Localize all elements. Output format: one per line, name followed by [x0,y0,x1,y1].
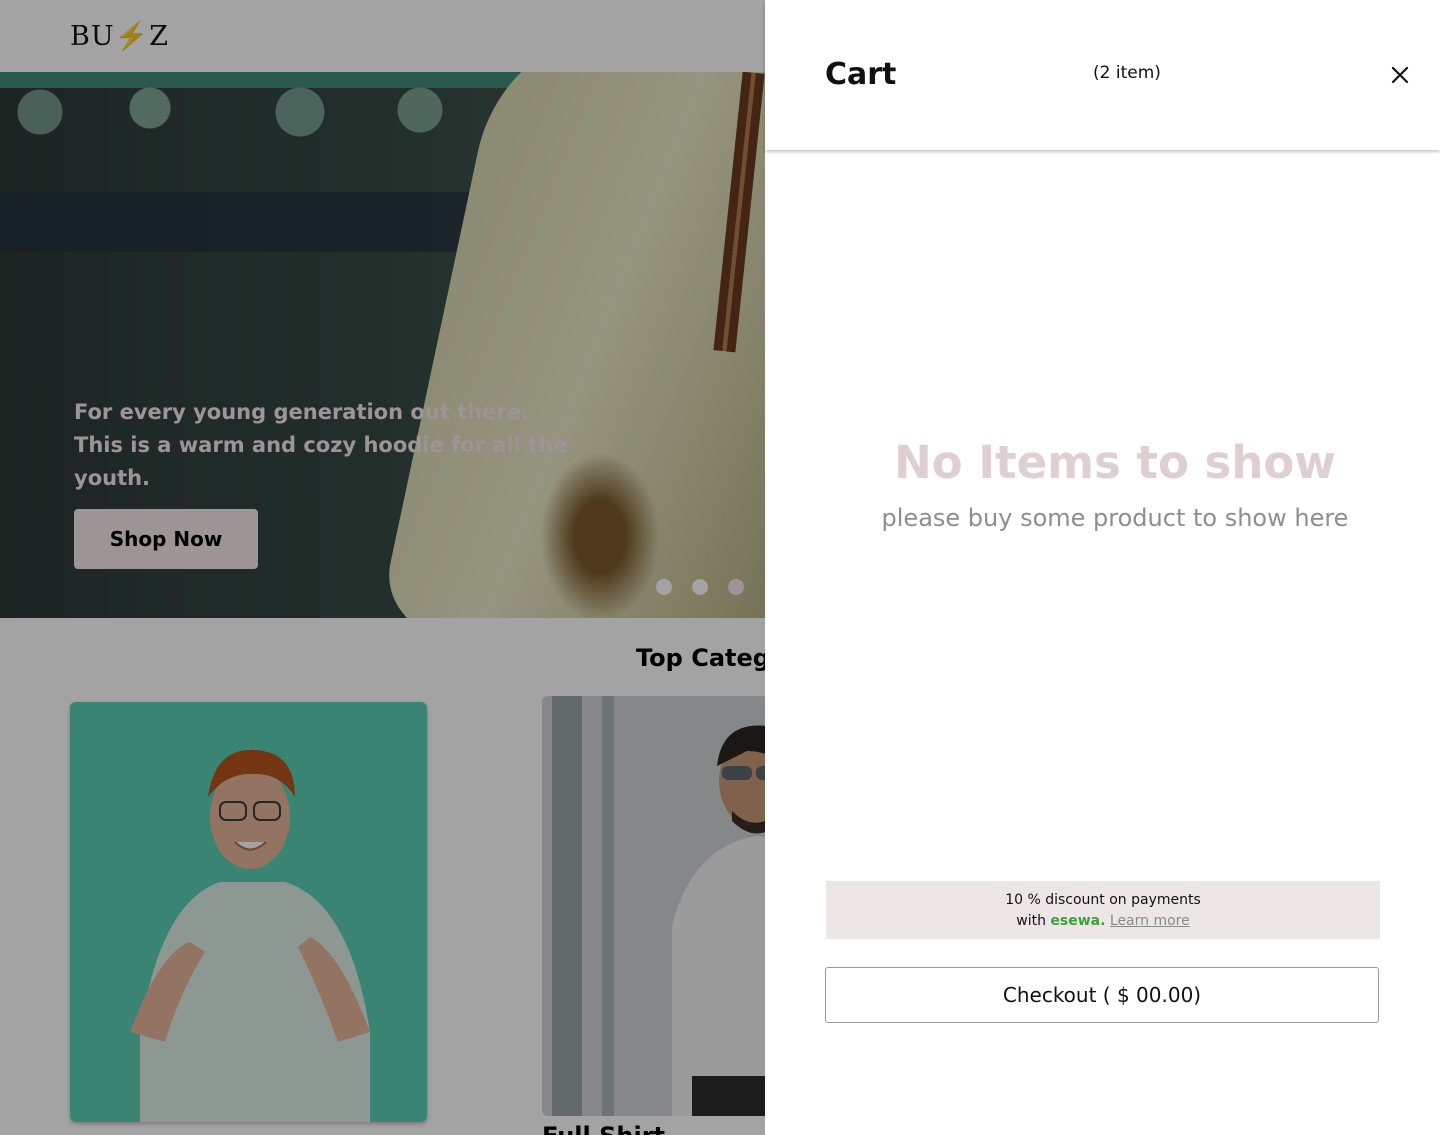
promo-line-1: 10 % discount on payments [1005,892,1201,908]
esewa-brand: esewa. [1050,913,1106,929]
empty-cart-title: No Items to show [894,436,1336,489]
checkout-button[interactable]: Checkout ( $ 00.00) [825,967,1379,1023]
learn-more-link[interactable]: Learn more [1110,913,1190,929]
promo-prefix: with [1016,913,1046,929]
cart-title: Cart [825,57,897,92]
cart-drawer: Cart (2 item) No Items to show please bu… [765,0,1440,1135]
payment-promo-banner: 10 % discount on payments with esewa. Le… [826,881,1380,939]
promo-line-2: with esewa. Learn more [826,911,1380,932]
close-icon[interactable] [1389,64,1411,86]
empty-cart-subtitle: please buy some product to show here [881,504,1349,532]
cart-item-count: (2 item) [1093,63,1161,83]
cart-header: Cart (2 item) [765,0,1440,150]
